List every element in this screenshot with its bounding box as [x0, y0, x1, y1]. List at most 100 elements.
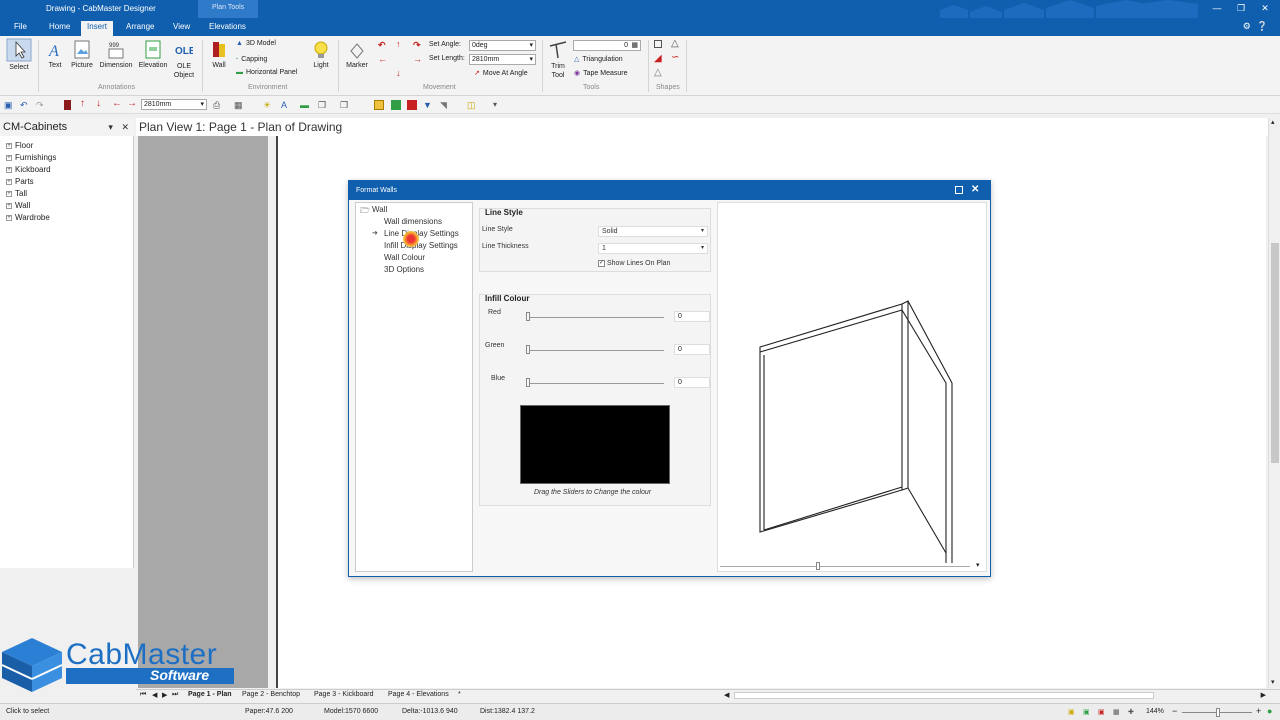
light-small-icon[interactable]: ☀ [263, 100, 273, 110]
rectangle-shape-icon[interactable] [654, 40, 662, 48]
green-slider[interactable] [526, 350, 664, 351]
wall-tool-icon[interactable] [64, 100, 71, 110]
page-tab-4[interactable]: Page 4 - Elevations [388, 691, 449, 698]
grid-toggle-icon[interactable]: ▦ [1113, 708, 1120, 716]
scroll-down-icon[interactable]: ▾ [1271, 678, 1275, 686]
preview-options-icon[interactable]: ▾ [976, 561, 980, 569]
zoom-slider-thumb[interactable] [1216, 708, 1220, 717]
customize-qat-icon[interactable]: ▾ [493, 100, 503, 110]
page-tab-3[interactable]: Page 3 - Kickboard [314, 691, 374, 698]
paste-icon[interactable]: ❐ [340, 100, 350, 110]
grid-icon[interactable]: ▦ [234, 100, 244, 110]
checkbox-checked-icon[interactable]: ✓ [598, 260, 605, 267]
show-lines-on-plan-checkbox[interactable]: ✓ Show Lines On Plan [598, 260, 670, 267]
tape-measure-button[interactable]: ◉ Tape Measure [574, 69, 627, 78]
minimize-button[interactable]: — [1210, 2, 1224, 14]
down-arrow-icon[interactable]: ↓ [96, 98, 106, 109]
save-icon[interactable]: ▣ [4, 100, 14, 110]
move-right-arrow-icon[interactable]: → [413, 54, 422, 64]
red-value-field[interactable]: 0 [674, 311, 710, 322]
horizontal-scrollbar[interactable]: ◀ ▶ [722, 690, 1268, 701]
3d-view-toggle-icon[interactable]: ▣ [1098, 708, 1105, 716]
snap-toggle-icon[interactable]: ✚ [1128, 708, 1134, 716]
redo-icon[interactable]: ↷ [36, 100, 46, 110]
eraser-icon[interactable]: ◥ [440, 100, 450, 110]
arc-shape-icon[interactable]: △ [654, 67, 662, 78]
filter-icon[interactable]: ▼ [423, 100, 433, 110]
tree-item-kickboard[interactable]: + Kickboard [6, 165, 51, 174]
scroll-right-icon[interactable]: ▶ [1261, 691, 1266, 699]
copy-icon[interactable]: ❐ [318, 100, 328, 110]
page-tab-1[interactable]: Page 1 - Plan [188, 691, 232, 698]
horizontal-panel-button[interactable]: ▬ Horizontal Panel [236, 69, 297, 76]
tree-item-floor[interactable]: + Floor [6, 141, 33, 150]
capping-button[interactable]: ‧ Capping [236, 55, 267, 64]
view-plan-icon[interactable] [374, 100, 384, 110]
nav-line-display-settings[interactable]: Line Display Settings [384, 229, 459, 238]
rotate-left-arrow-icon[interactable]: ↶ [378, 40, 386, 51]
folder-icon[interactable]: ◫ [467, 100, 477, 110]
curve-shape-icon[interactable]: ∽ [671, 52, 679, 63]
polygon-shape-icon[interactable]: ◢ [654, 53, 662, 64]
prev-page-icon[interactable]: ◀ [152, 691, 157, 699]
line-style-select[interactable]: Solid ▾ [598, 226, 708, 237]
wall-button[interactable]: Wall [207, 40, 231, 69]
blue-slider-thumb[interactable] [526, 378, 530, 387]
dialog-title-bar[interactable]: Format Walls ✕ [349, 181, 990, 200]
set-angle-field[interactable]: 0deg ▾ [469, 40, 536, 51]
rotate-right-arrow-icon[interactable]: ↷ [413, 40, 421, 51]
tab-file[interactable]: File [8, 21, 33, 36]
view-elevation-icon[interactable] [391, 100, 401, 110]
close-window-button[interactable]: ✕ [1258, 2, 1272, 14]
tab-home[interactable]: Home [43, 21, 76, 36]
triangulation-button[interactable]: △ Triangulation [574, 55, 623, 64]
tree-item-parts[interactable]: + Parts [6, 177, 34, 186]
panel-dropdown-icon[interactable]: ▾ [108, 122, 113, 132]
tree-item-wall[interactable]: + Wall [6, 201, 30, 210]
page-tab-2[interactable]: Page 2 - Benchtop [242, 691, 300, 698]
expand-icon[interactable]: + [6, 202, 12, 209]
tree-root-wall[interactable]: Wall [372, 205, 387, 214]
view-3d-icon[interactable] [407, 100, 417, 110]
expand-icon[interactable]: + [6, 142, 12, 149]
panel-small-icon[interactable]: ▬ [300, 100, 310, 110]
vertical-scroll-thumb[interactable] [1271, 243, 1279, 463]
help-icon[interactable]: ❔ [1257, 21, 1268, 32]
green-value-field[interactable]: 0 [674, 344, 710, 355]
select-button[interactable]: Select [4, 38, 34, 71]
elevation-view-toggle-icon[interactable]: ▣ [1083, 708, 1090, 716]
ole-object-button[interactable]: OLE OLE Object [171, 40, 197, 80]
expand-icon[interactable]: + [6, 190, 12, 197]
expand-icon[interactable]: + [6, 154, 12, 161]
move-at-angle-button[interactable]: ↗ Move At Angle [474, 69, 528, 78]
restore-button[interactable]: ❐ [1234, 2, 1248, 14]
light-button[interactable]: Light [310, 40, 332, 69]
tree-item-wardrobe[interactable]: + Wardrobe [6, 213, 50, 222]
triangle-shape-icon[interactable]: △ [671, 38, 679, 49]
expand-icon[interactable]: + [6, 214, 12, 221]
zoom-out-icon[interactable]: − [1172, 706, 1177, 716]
text-button[interactable]: A Text [44, 40, 66, 69]
right-arrow-icon[interactable]: → [127, 98, 137, 109]
scroll-left-icon[interactable]: ◀ [724, 691, 729, 699]
vertical-scrollbar[interactable]: ▴ ▾ [1268, 118, 1280, 688]
blue-slider[interactable] [526, 383, 664, 384]
line-thickness-select[interactable]: 1 ▾ [598, 243, 708, 254]
marker-button[interactable]: Marker [342, 42, 372, 69]
print-icon[interactable]: ⎙ [213, 100, 223, 110]
last-page-icon[interactable]: ⏭ [172, 691, 178, 699]
expand-icon[interactable]: + [6, 166, 12, 173]
nav-infill-display-settings[interactable]: Infill Display Settings [384, 241, 458, 250]
tools-value-field[interactable]: 0 ▦ [573, 40, 641, 51]
move-left-arrow-icon[interactable]: ← [378, 54, 387, 64]
text-small-icon[interactable]: A [281, 100, 291, 110]
plan-view-toggle-icon[interactable]: ▣ [1068, 708, 1075, 716]
green-slider-thumb[interactable] [526, 345, 530, 354]
nav-3d-options[interactable]: 3D Options [384, 265, 424, 274]
tab-view[interactable]: View [167, 21, 196, 36]
zoom-in-icon[interactable]: + [1256, 706, 1261, 716]
next-page-icon[interactable]: ▶ [162, 691, 167, 699]
tab-elevations[interactable]: Elevations [203, 21, 252, 36]
nav-wall-dimensions[interactable]: Wall dimensions [384, 217, 442, 226]
wall-3d-preview[interactable]: ▾ [717, 202, 987, 572]
